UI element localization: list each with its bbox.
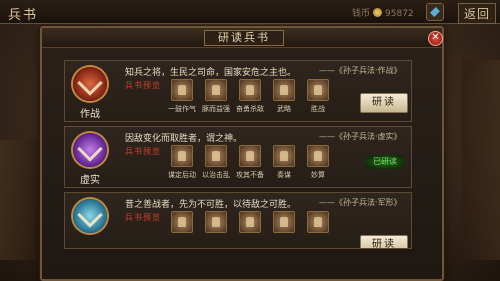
- skill-label: 以治击乱: [202, 171, 230, 179]
- tactic-name: 作战: [80, 109, 100, 120]
- tactic-quote: 知兵之将，生民之司命，国家安危之主也。: [125, 68, 297, 78]
- book-preview-label[interactable]: 兵书预览: [125, 146, 161, 157]
- tactic-source: ——《孙子兵法·作战》: [319, 66, 402, 75]
- skill-list: [165, 211, 335, 248]
- skill-item[interactable]: 以治击乱: [199, 145, 233, 185]
- gem-icon[interactable]: [426, 3, 444, 21]
- skill-icon: [171, 211, 193, 233]
- skill-item[interactable]: [267, 211, 301, 248]
- page-title: 兵书: [8, 8, 39, 23]
- skill-icon: [171, 145, 193, 167]
- skill-icon: [307, 145, 329, 167]
- skill-icon: [307, 211, 329, 233]
- skill-icon: [171, 79, 193, 101]
- skill-list: 谋定后动 以治击乱 攻其不备 奏谋 妙算: [165, 145, 335, 185]
- skill-icon: [273, 79, 295, 101]
- skill-item[interactable]: [233, 211, 267, 248]
- skill-icon: [205, 145, 227, 167]
- skill-icon: [239, 211, 261, 233]
- skill-icon: [239, 145, 261, 167]
- skill-item[interactable]: [301, 211, 335, 248]
- skill-item[interactable]: 奏谋: [267, 145, 301, 185]
- tactic-emblem-icon[interactable]: [73, 199, 107, 233]
- tactic-emblem-icon[interactable]: [73, 133, 107, 167]
- close-button[interactable]: ✕: [428, 31, 443, 46]
- tactic-source: ——《孙子兵法·军形》: [319, 198, 402, 207]
- skill-item[interactable]: 胜战: [301, 79, 335, 119]
- skill-icon: [273, 211, 295, 233]
- skill-item[interactable]: 一鼓作气: [165, 79, 199, 119]
- coin-icon: [373, 8, 383, 17]
- skill-icon: [239, 79, 261, 101]
- study-button[interactable]: 研读: [360, 93, 408, 113]
- skill-icon: [273, 145, 295, 167]
- study-book-dialog: 研读兵书 ✕ 作战 知兵之将，生民之司命，国家安危之主也。 ——《孙子兵法·作战…: [40, 26, 444, 281]
- skill-item[interactable]: 攻其不备: [233, 145, 267, 185]
- skill-item[interactable]: 武略: [267, 79, 301, 119]
- skill-label: 奏谋: [277, 171, 291, 179]
- tactic-quote: 因敌变化而取胜者，谓之神。: [125, 134, 243, 144]
- skill-label: 攻其不备: [236, 171, 264, 179]
- skill-label: 武略: [277, 105, 291, 113]
- tactic-source: ——《孙子兵法·虚实》: [319, 132, 402, 141]
- dialog-titlebar: 研读兵书 ✕: [42, 28, 443, 48]
- tactic-row-xushi: 虚实 因敌变化而取胜者，谓之神。 ——《孙子兵法·虚实》 兵书预览 谋定后动 以…: [64, 126, 412, 188]
- skill-label: 妙算: [311, 171, 325, 179]
- study-button[interactable]: 研读: [360, 235, 408, 248]
- tactic-emblem-icon[interactable]: [73, 67, 107, 101]
- currency-label: 钱币: [352, 9, 371, 19]
- tactic-quote: 昔之善战者，先为不可胜，以待敌之可胜。: [125, 200, 297, 210]
- book-preview-label[interactable]: 兵书预览: [125, 80, 161, 91]
- skill-item[interactable]: 奋勇杀敌: [233, 79, 267, 119]
- book-preview-label[interactable]: 兵书预览: [125, 212, 161, 223]
- skill-item[interactable]: 谋定后动: [165, 145, 199, 185]
- background-scroll-art-right: [462, 60, 500, 260]
- tactic-name: 虚实: [80, 175, 100, 186]
- currency-value: 95872: [385, 9, 414, 19]
- skill-label: 谋定后动: [168, 171, 196, 179]
- skill-item[interactable]: [165, 211, 199, 248]
- skill-icon: [205, 79, 227, 101]
- background-scroll-art: [0, 140, 40, 260]
- skill-label: 一鼓作气: [168, 105, 196, 113]
- currency-display: 钱币 95872: [352, 6, 414, 19]
- skill-label: 奋勇杀敌: [236, 105, 264, 113]
- skill-item[interactable]: [199, 211, 233, 248]
- tactic-row-zuozhan: 作战 知兵之将，生民之司命，国家安危之主也。 ——《孙子兵法·作战》 兵书预览 …: [64, 60, 412, 122]
- skill-item[interactable]: 豚而益强: [199, 79, 233, 119]
- dialog-title: 研读兵书: [204, 30, 284, 46]
- skill-list: 一鼓作气 豚而益强 奋勇杀敌 武略 胜战: [165, 79, 335, 119]
- skill-icon: [307, 79, 329, 101]
- skill-label: 豚而益强: [202, 105, 230, 113]
- studied-status-badge: 已研读: [365, 155, 405, 169]
- back-button[interactable]: 返回: [458, 3, 497, 24]
- skill-icon: [205, 211, 227, 233]
- top-bar: 兵书 钱币 95872 返回: [0, 0, 500, 24]
- skill-label: 胜战: [311, 105, 325, 113]
- skill-item[interactable]: 妙算: [301, 145, 335, 185]
- tactic-row-junxing: 昔之善战者，先为不可胜，以待敌之可胜。 ——《孙子兵法·军形》 兵书预览 研读: [64, 192, 412, 249]
